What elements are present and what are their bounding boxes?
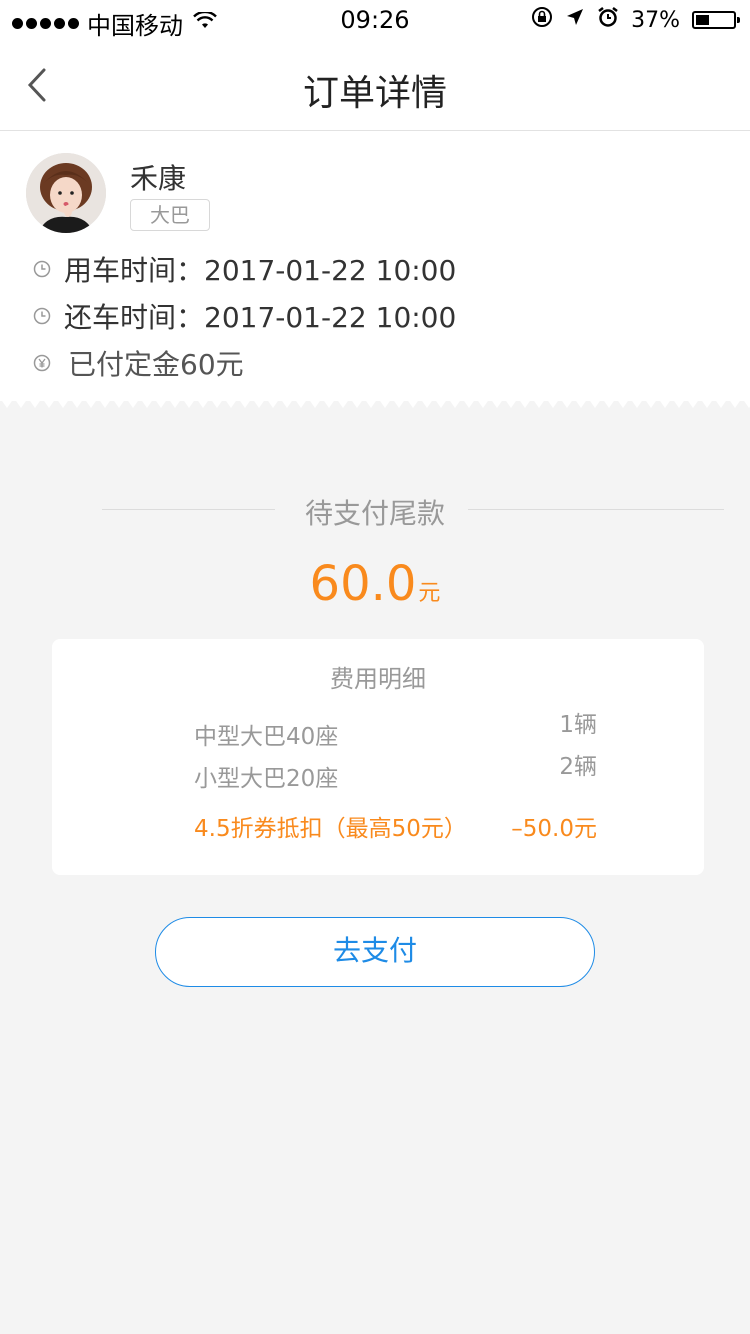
return-time-row: 还车时间：2017-01-22 10:00	[32, 296, 456, 336]
avatar	[26, 153, 106, 233]
coupon-discount-label: 4.5折券抵扣（最高50元）	[194, 816, 467, 842]
pending-balance-label: 待支付尾款	[304, 497, 445, 530]
page-title: 订单详情	[302, 73, 447, 114]
alarm-icon	[597, 6, 619, 34]
torn-edge-divider	[0, 398, 750, 408]
navigation-bar: 订单详情	[0, 40, 750, 131]
pending-amount-value: 60.0	[309, 556, 417, 612]
pay-button[interactable]: 去支付	[155, 917, 595, 987]
status-bar: 中国移动 09:26 37%	[0, 0, 750, 40]
clock-icon	[33, 260, 51, 278]
battery-icon	[692, 11, 740, 29]
use-time-text: 用车时间：2017-01-22 10:00	[64, 254, 457, 287]
return-time-text: 还车时间：2017-01-22 10:00	[64, 301, 457, 334]
clock-icon	[33, 307, 51, 325]
yen-icon	[33, 354, 51, 372]
battery-percent: 37%	[631, 7, 680, 33]
use-time-row: 用车时间：2017-01-22 10:00	[32, 249, 456, 289]
deposit-row: 已付定金60元	[32, 343, 244, 383]
location-arrow-icon	[565, 7, 585, 33]
pending-amount-unit: 元	[418, 581, 441, 606]
fee-detail-title: 费用明细	[330, 665, 426, 693]
fee-item-name: 小型大巴20座	[194, 766, 339, 792]
pending-amount: 60.0元	[0, 556, 750, 612]
fee-item-name: 中型大巴40座	[194, 724, 339, 750]
fee-detail-card: 费用明细 中型大巴40座 1辆 小型大巴20座 2辆 4.5折券抵扣（最高50元…	[52, 639, 704, 875]
fee-item-qty: 2辆	[559, 754, 597, 780]
vehicle-type-tag: 大巴	[130, 199, 210, 231]
deposit-text: 已付定金60元	[68, 348, 244, 381]
user-name: 禾康	[130, 162, 187, 195]
order-info-card: 禾康 大巴 用车时间：2017-01-22 10:00 还车时间：2017-01…	[0, 131, 750, 401]
divider-right	[468, 509, 724, 510]
rotation-lock-icon	[531, 6, 553, 34]
fee-item-qty: 1辆	[559, 712, 597, 738]
order-detail-screen: 中国移动 09:26 37% 订单详情 禾康 大巴 用车时间：2017-01-2…	[0, 0, 750, 1334]
status-right: 37%	[531, 6, 740, 34]
coupon-discount-value: –50.0元	[511, 816, 597, 842]
